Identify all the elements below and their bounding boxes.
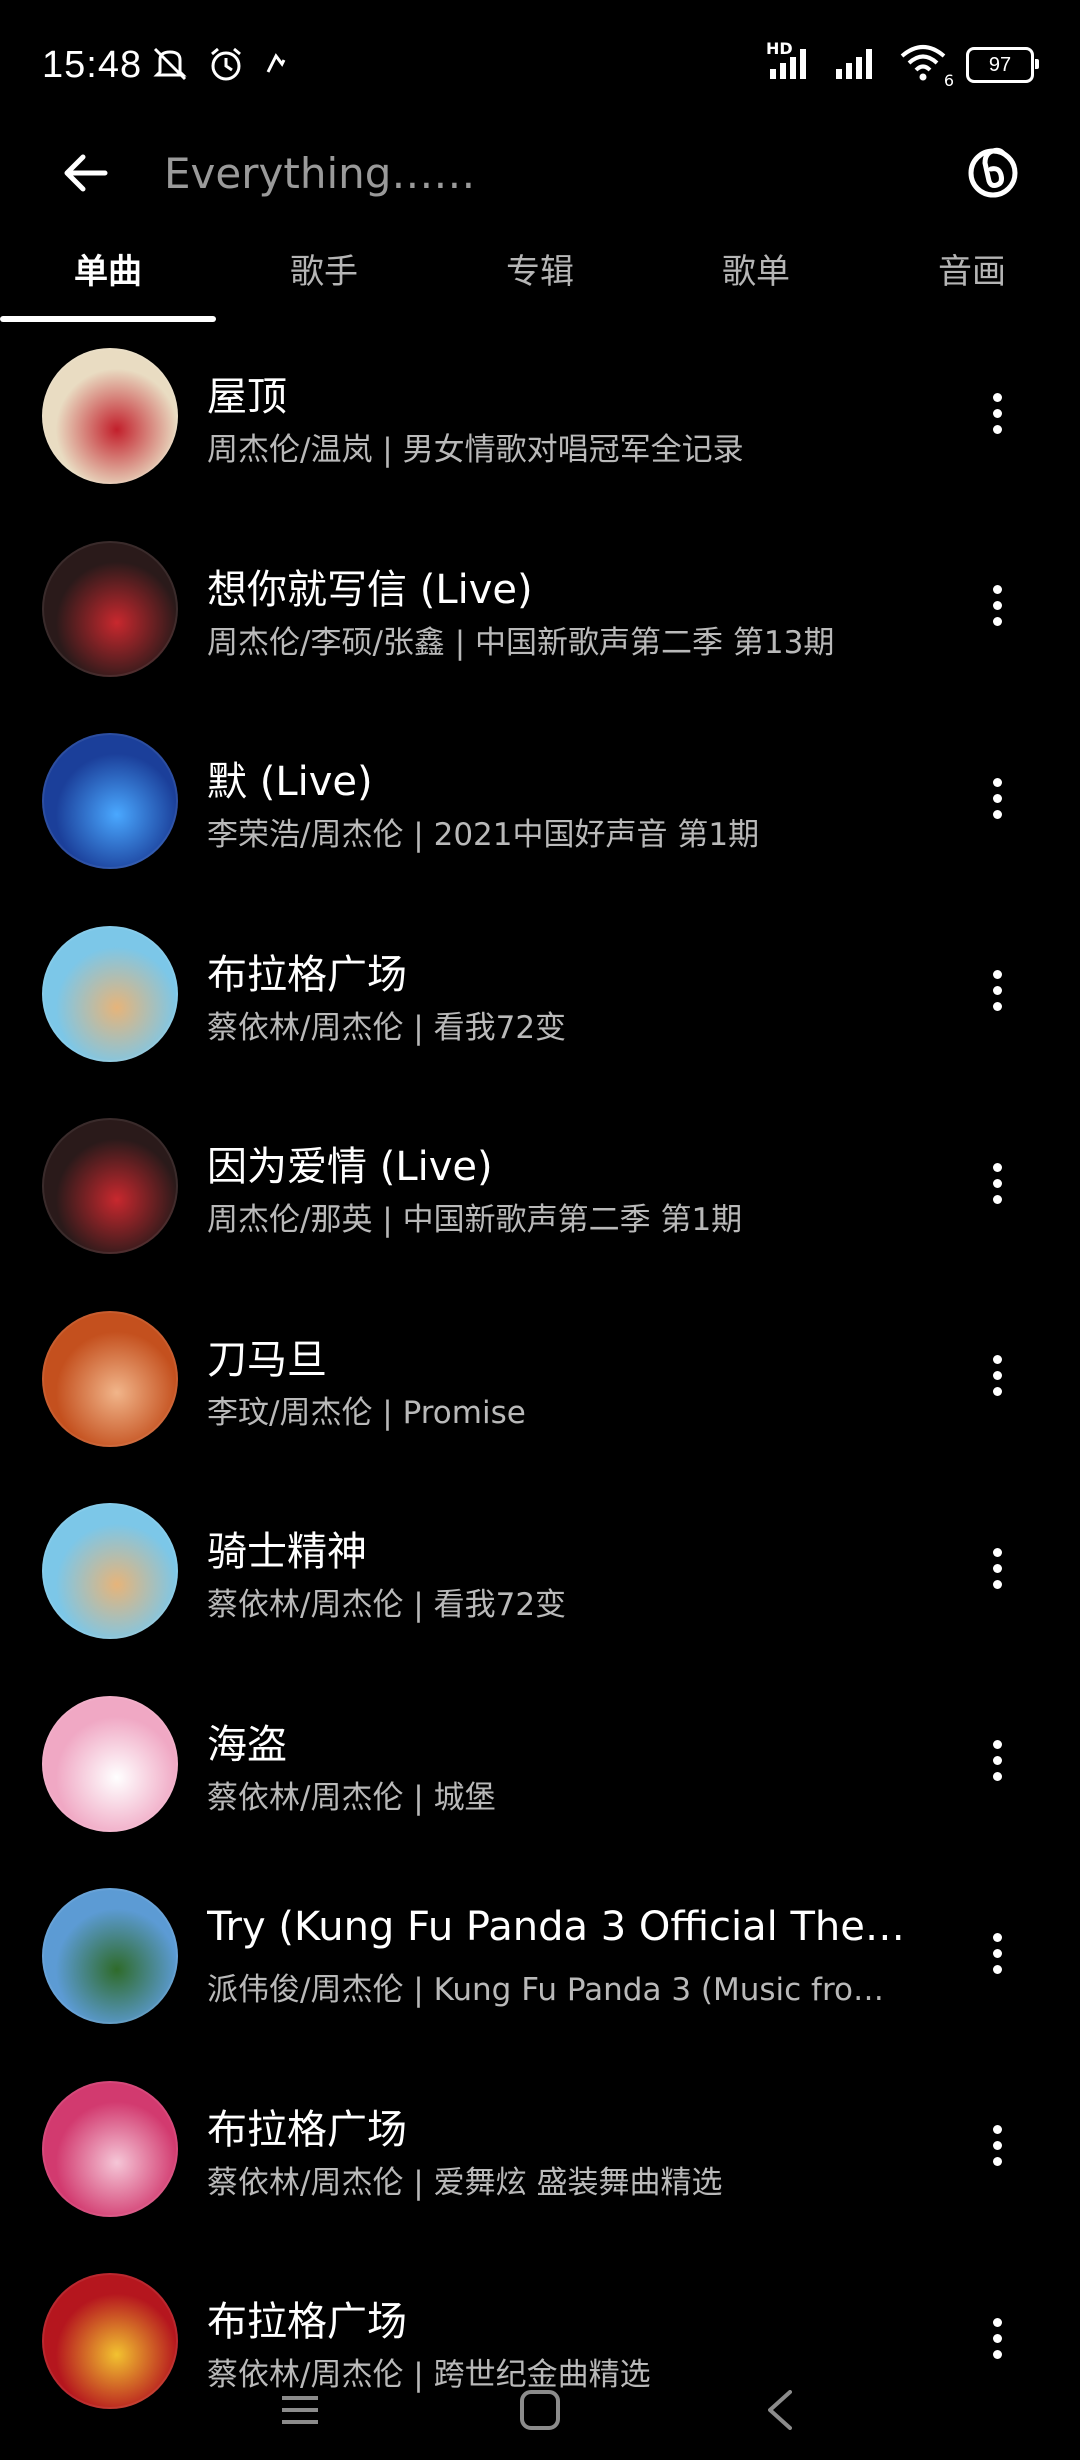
mute-icon — [150, 44, 190, 88]
more-options-button[interactable] — [972, 1341, 1022, 1411]
wifi-icon: 6 — [898, 44, 954, 90]
netease-music-button[interactable] — [958, 136, 1028, 206]
tab-indicator — [0, 316, 216, 322]
tab-songs[interactable]: 单曲 — [0, 218, 216, 318]
list-item[interactable]: 因为爱情 (Live) 周杰伦/那英 | 中国新歌声第二季 第1期 — [0, 1110, 1080, 1303]
album-cover — [42, 733, 178, 869]
song-title: Try (Kung Fu Panda 3 Official The… — [207, 1904, 905, 1950]
album-cover — [42, 1503, 178, 1639]
list-item[interactable]: 默 (Live) 李荣浩/周杰伦 | 2021中国好声音 第1期 — [0, 725, 1080, 918]
status-time: 15:48 — [42, 44, 143, 86]
status-bar: 15:48 HD 6 97 — [0, 0, 1080, 130]
song-title: 默 (Live) — [207, 759, 373, 805]
battery-level: 97 — [988, 53, 1012, 76]
system-navbar — [0, 2360, 1080, 2460]
alarm-icon — [206, 44, 246, 88]
album-cover — [42, 1888, 178, 2024]
header — [0, 120, 1080, 230]
album-cover — [42, 348, 178, 484]
back-icon — [768, 2390, 792, 2430]
list-item[interactable]: 海盗 蔡依林/周杰伦 | 城堡 — [0, 1688, 1080, 1881]
menu-icon — [282, 2396, 318, 2424]
more-options-button[interactable] — [972, 1148, 1022, 1218]
battery-icon: 97 — [966, 47, 1039, 83]
list-item[interactable]: 刀马旦 李玟/周杰伦 | Promise — [0, 1303, 1080, 1496]
tab-artists[interactable]: 歌手 — [216, 218, 432, 318]
song-title: 因为爱情 (Live) — [207, 1144, 493, 1190]
back-button[interactable] — [50, 138, 120, 208]
tab-bar: 单曲 歌手 专辑 歌单 音画 — [0, 218, 1080, 322]
search-input[interactable] — [162, 134, 946, 212]
album-cover — [42, 1310, 178, 1447]
menu-button[interactable] — [260, 2380, 340, 2440]
home-button[interactable] — [500, 2380, 580, 2440]
hd-signal-icon: HD — [766, 39, 814, 85]
album-cover — [42, 1118, 178, 1254]
song-title: 骑士精神 — [207, 1529, 367, 1575]
status-left-icons — [150, 44, 290, 88]
list-item[interactable]: Try (Kung Fu Panda 3 Official The… 派伟俊/周… — [0, 1880, 1080, 2073]
album-cover — [42, 540, 178, 677]
more-options-button[interactable] — [972, 2111, 1022, 2181]
album-cover — [42, 2080, 178, 2217]
tab-playlists[interactable]: 歌单 — [648, 218, 864, 318]
song-title: 想你就写信 (Live) — [207, 566, 533, 613]
song-subtitle: 李荣浩/周杰伦 | 2021中国好声音 第1期 — [207, 817, 760, 853]
app-notification-icon — [262, 50, 290, 82]
song-subtitle: 蔡依林/周杰伦 | 爱舞炫 盛装舞曲精选 — [207, 2164, 723, 2201]
album-cover — [42, 1695, 178, 1832]
more-options-button[interactable] — [972, 378, 1022, 448]
song-title: 海盗 — [207, 1721, 287, 1768]
song-title: 刀马旦 — [207, 1336, 327, 1383]
song-subtitle: 周杰伦/那英 | 中国新歌声第二季 第1期 — [207, 1202, 743, 1238]
more-options-button[interactable] — [972, 956, 1022, 1026]
song-title: 布拉格广场 — [207, 2106, 407, 2153]
more-options-button[interactable] — [972, 1533, 1022, 1603]
song-title: 布拉格广场 — [207, 2299, 407, 2345]
list-item[interactable]: 想你就写信 (Live) 周杰伦/李硕/张鑫 | 中国新歌声第二季 第13期 — [0, 533, 1080, 726]
song-list: 屋顶 周杰伦/温岚 | 男女情歌对唱冠军全记录 想你就写信 (Live) 周杰伦… — [0, 340, 1080, 2458]
list-item[interactable]: 布拉格广场 蔡依林/周杰伦 | 看我72变 — [0, 918, 1080, 1111]
song-title: 屋顶 — [207, 374, 287, 420]
song-subtitle: 周杰伦/李硕/张鑫 | 中国新歌声第二季 第13期 — [207, 624, 835, 661]
song-subtitle: 派伟俊/周杰伦 | Kung Fu Panda 3 (Music fro… — [207, 1972, 884, 2008]
home-icon — [520, 2390, 560, 2430]
list-item[interactable]: 屋顶 周杰伦/温岚 | 男女情歌对唱冠军全记录 — [0, 340, 1080, 533]
more-options-button[interactable] — [972, 1918, 1022, 1988]
list-item[interactable]: 骑士精神 蔡依林/周杰伦 | 看我72变 — [0, 1495, 1080, 1688]
tab-albums[interactable]: 专辑 — [432, 218, 648, 318]
arrow-left-icon — [64, 154, 108, 192]
song-subtitle: 蔡依林/周杰伦 | 看我72变 — [207, 1587, 567, 1623]
netease-music-icon — [968, 147, 1018, 198]
album-cover — [42, 925, 178, 1062]
song-subtitle: 蔡依林/周杰伦 | 城堡 — [207, 1779, 496, 1816]
list-item[interactable]: 布拉格广场 蔡依林/周杰伦 | 爱舞炫 盛装舞曲精选 — [0, 2073, 1080, 2266]
back-nav-button[interactable] — [740, 2380, 820, 2440]
more-options-button[interactable] — [972, 763, 1022, 833]
hd-label: HD — [766, 39, 793, 58]
signal-icon — [832, 45, 880, 85]
more-options-button[interactable] — [972, 1726, 1022, 1796]
status-right-icons: HD 6 97 — [766, 39, 1039, 90]
tab-videos[interactable]: 音画 — [864, 218, 1080, 318]
song-title: 布拉格广场 — [207, 951, 407, 998]
wifi-badge: 6 — [943, 71, 954, 90]
song-subtitle: 蔡依林/周杰伦 | 看我72变 — [207, 1009, 567, 1046]
song-subtitle: 李玟/周杰伦 | Promise — [207, 1394, 526, 1431]
more-options-button[interactable] — [972, 571, 1022, 641]
song-subtitle: 周杰伦/温岚 | 男女情歌对唱冠军全记录 — [207, 432, 744, 468]
